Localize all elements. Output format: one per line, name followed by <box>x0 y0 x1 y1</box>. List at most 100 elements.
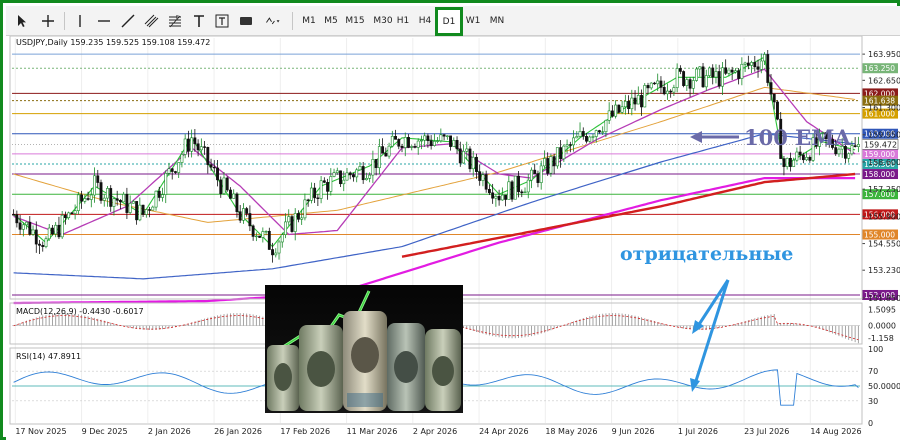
price-axis-label: 162.650 <box>868 76 900 85</box>
candle-body <box>662 87 666 95</box>
candle-body <box>102 197 106 201</box>
tf-D1-active[interactable]: D1 <box>435 7 463 36</box>
candle-body <box>801 154 805 161</box>
candle-body <box>607 110 611 121</box>
fibonacci-icon[interactable]: F <box>164 10 186 32</box>
candle-body <box>122 193 126 203</box>
candle-body <box>695 68 698 81</box>
candle-body <box>420 139 423 142</box>
candle-body <box>572 137 575 146</box>
tf-M15[interactable]: M15 <box>340 10 370 32</box>
cursor-icon[interactable] <box>12 10 32 32</box>
candle-body <box>180 154 184 163</box>
candle-body <box>21 224 25 230</box>
candle-body <box>174 171 177 173</box>
candle-body <box>290 216 294 232</box>
candle-body <box>766 54 770 83</box>
candle-body <box>429 140 433 146</box>
x-axis-label: 14 Aug 2026 <box>810 427 861 436</box>
candle-body <box>76 194 80 211</box>
tf-MN[interactable]: MN <box>483 10 511 32</box>
rsi-axis-label: 50.0000 <box>868 382 900 391</box>
candle-body <box>494 195 498 199</box>
vertical-line-icon[interactable] <box>70 10 90 32</box>
candle-body <box>335 170 339 173</box>
candle-body <box>578 131 582 137</box>
candle-body <box>73 210 77 214</box>
candle-body <box>782 158 786 167</box>
text-icon[interactable] <box>190 10 208 32</box>
candle-body <box>387 145 391 157</box>
candle-body <box>788 157 792 167</box>
candle-body <box>264 230 268 233</box>
candle-body <box>316 197 320 199</box>
candle-body <box>513 175 517 200</box>
candle-body <box>568 144 572 146</box>
x-axis-label: 17 Feb 2026 <box>280 427 330 436</box>
candle-body <box>342 179 346 185</box>
candle-body <box>115 198 119 201</box>
candle-body <box>475 156 478 172</box>
candle-body <box>763 54 766 62</box>
horizontal-line-icon[interactable] <box>94 10 114 32</box>
candle-body <box>67 212 71 219</box>
x-axis-label: 23 Jul 2026 <box>744 427 789 436</box>
candle-body <box>125 193 129 213</box>
x-axis-label: 9 Dec 2025 <box>82 427 128 436</box>
candle-body <box>432 141 436 146</box>
candle-body <box>309 187 313 201</box>
candle-body <box>251 225 255 237</box>
candle-body <box>83 198 87 202</box>
candle-body <box>384 152 388 157</box>
candle-body <box>293 213 297 232</box>
candle-body <box>144 209 148 215</box>
candle-body <box>235 193 239 213</box>
candle-body <box>212 166 216 169</box>
candle-body <box>756 66 760 70</box>
candle-body <box>656 80 660 85</box>
crosshair-icon[interactable] <box>38 10 58 32</box>
rectangle-icon[interactable] <box>236 10 256 32</box>
rsi-axis-label: 70 <box>868 367 878 376</box>
x-axis-label: 9 Jun 2026 <box>612 427 655 436</box>
candle-body <box>462 151 465 164</box>
candle-body <box>352 174 355 178</box>
candle-body <box>633 97 637 105</box>
candle-body <box>157 190 161 198</box>
candle-body <box>423 135 427 141</box>
candle-body <box>151 206 155 211</box>
candle-body <box>403 137 407 148</box>
ema-annotation-label: 100 EMA <box>744 125 851 150</box>
candle-body <box>724 67 728 74</box>
candle-body <box>643 85 647 108</box>
trendline-icon[interactable] <box>118 10 138 32</box>
text-label-icon[interactable] <box>212 10 232 32</box>
candle-body <box>585 135 588 142</box>
chart-title: USDJPY,Daily 159.235 159.525 159.108 159… <box>16 38 210 47</box>
candle-body <box>229 189 232 199</box>
last-price-label: 159.472 <box>864 140 897 149</box>
candle-body <box>610 110 614 117</box>
candle-body <box>135 201 139 221</box>
x-axis-label: 2 Jan 2026 <box>148 427 191 436</box>
candle-body <box>96 175 100 183</box>
candle-body <box>131 201 135 204</box>
toolbar: F M1 M5 M15 M30 H1 H4 D1 W1 MN <box>6 6 900 36</box>
price-axis-label: 161.300 <box>868 104 900 113</box>
candle-body <box>685 79 689 86</box>
candle-body <box>746 62 750 66</box>
candle-body <box>769 82 773 95</box>
shapes-menu-icon[interactable] <box>260 10 286 32</box>
candle-body <box>274 252 278 256</box>
equidistant-channel-icon[interactable] <box>142 10 162 32</box>
x-axis-label: 24 Apr 2026 <box>479 427 528 436</box>
candle-body <box>371 159 375 176</box>
candle-body <box>646 85 650 89</box>
candle-body <box>604 120 608 133</box>
macd-axis-label: 1.5095 <box>868 305 896 314</box>
x-axis-label: 11 Mar 2026 <box>347 427 398 436</box>
toolbar-separator <box>64 12 65 30</box>
candle-body <box>413 146 417 148</box>
candle-body <box>675 68 679 88</box>
candle-body <box>504 194 508 200</box>
